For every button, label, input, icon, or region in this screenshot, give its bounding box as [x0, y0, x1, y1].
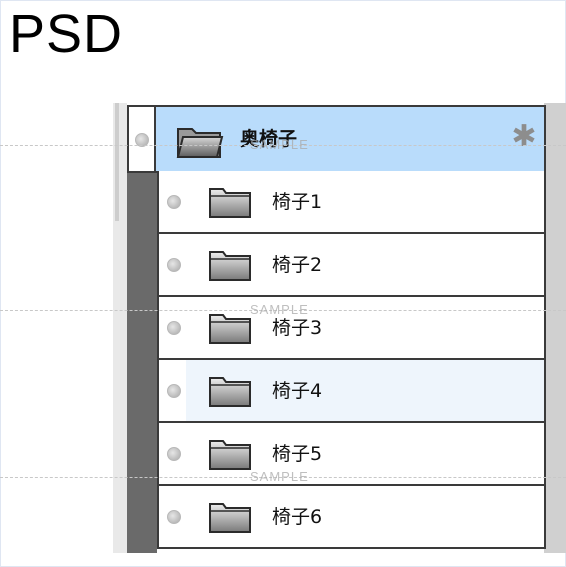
- folder-icon: [209, 440, 251, 470]
- visibility-dot-icon: [167, 510, 181, 524]
- layer-content: 椅子1: [186, 171, 544, 232]
- visibility-toggle[interactable]: [159, 297, 189, 358]
- layer-row[interactable]: 椅子6: [157, 486, 546, 549]
- layer-label: 椅子2: [272, 254, 323, 276]
- visibility-dot-icon: [167, 321, 181, 335]
- layer-row[interactable]: 椅子1: [157, 171, 546, 234]
- layers-panel: 奥椅子 ✱ 椅子1 椅子2 椅子3 椅子4 椅子5 椅子6: [113, 103, 566, 553]
- layer-label: 椅子4: [272, 380, 323, 402]
- watermark-text: SAMPLE: [250, 469, 309, 484]
- folder-icon: [209, 377, 251, 407]
- layer-label: 椅子6: [272, 506, 323, 528]
- visibility-toggle[interactable]: [159, 423, 189, 484]
- scrollbar-track[interactable]: [113, 103, 127, 553]
- layer-group-content: 奥椅子 ✱: [156, 107, 544, 171]
- page-title: PSD: [9, 4, 124, 64]
- folder-icon: [209, 188, 251, 218]
- layer-label: 椅子3: [272, 317, 323, 339]
- group-indent-gutter: [127, 171, 157, 553]
- watermark-text: SAMPLE: [250, 137, 309, 152]
- visibility-dot-icon: [167, 195, 181, 209]
- folder-icon: [209, 314, 251, 344]
- layer-content: 椅子2: [186, 234, 544, 295]
- layer-content: 椅子4: [186, 360, 544, 421]
- layer-content: 椅子5: [186, 423, 544, 484]
- layer-row[interactable]: 椅子2: [157, 234, 546, 297]
- scrollbar-thumb[interactable]: [115, 103, 119, 221]
- panel-right-edge: [544, 103, 566, 553]
- visibility-dot-icon: [167, 384, 181, 398]
- visibility-dot-icon: [167, 258, 181, 272]
- visibility-toggle[interactable]: [129, 107, 156, 171]
- watermark-text: SAMPLE: [250, 302, 309, 317]
- folder-icon: [209, 251, 251, 281]
- layer-row[interactable]: 椅子3: [157, 297, 546, 360]
- visibility-toggle[interactable]: [159, 171, 189, 232]
- layer-content: 椅子6: [186, 486, 544, 547]
- layer-label: 椅子5: [272, 443, 323, 465]
- folder-icon: [209, 503, 251, 533]
- layer-label: 椅子1: [272, 191, 323, 213]
- visibility-toggle[interactable]: [159, 486, 189, 547]
- visibility-toggle[interactable]: [159, 234, 189, 295]
- layer-group-row[interactable]: 奥椅子 ✱: [127, 105, 546, 173]
- layer-content: 椅子3: [186, 297, 544, 358]
- layer-row[interactable]: 椅子4: [157, 360, 546, 423]
- gear-icon[interactable]: ✱: [508, 121, 540, 153]
- visibility-dot-icon: [167, 447, 181, 461]
- visibility-toggle[interactable]: [159, 360, 189, 421]
- folder-open-icon: [176, 128, 224, 158]
